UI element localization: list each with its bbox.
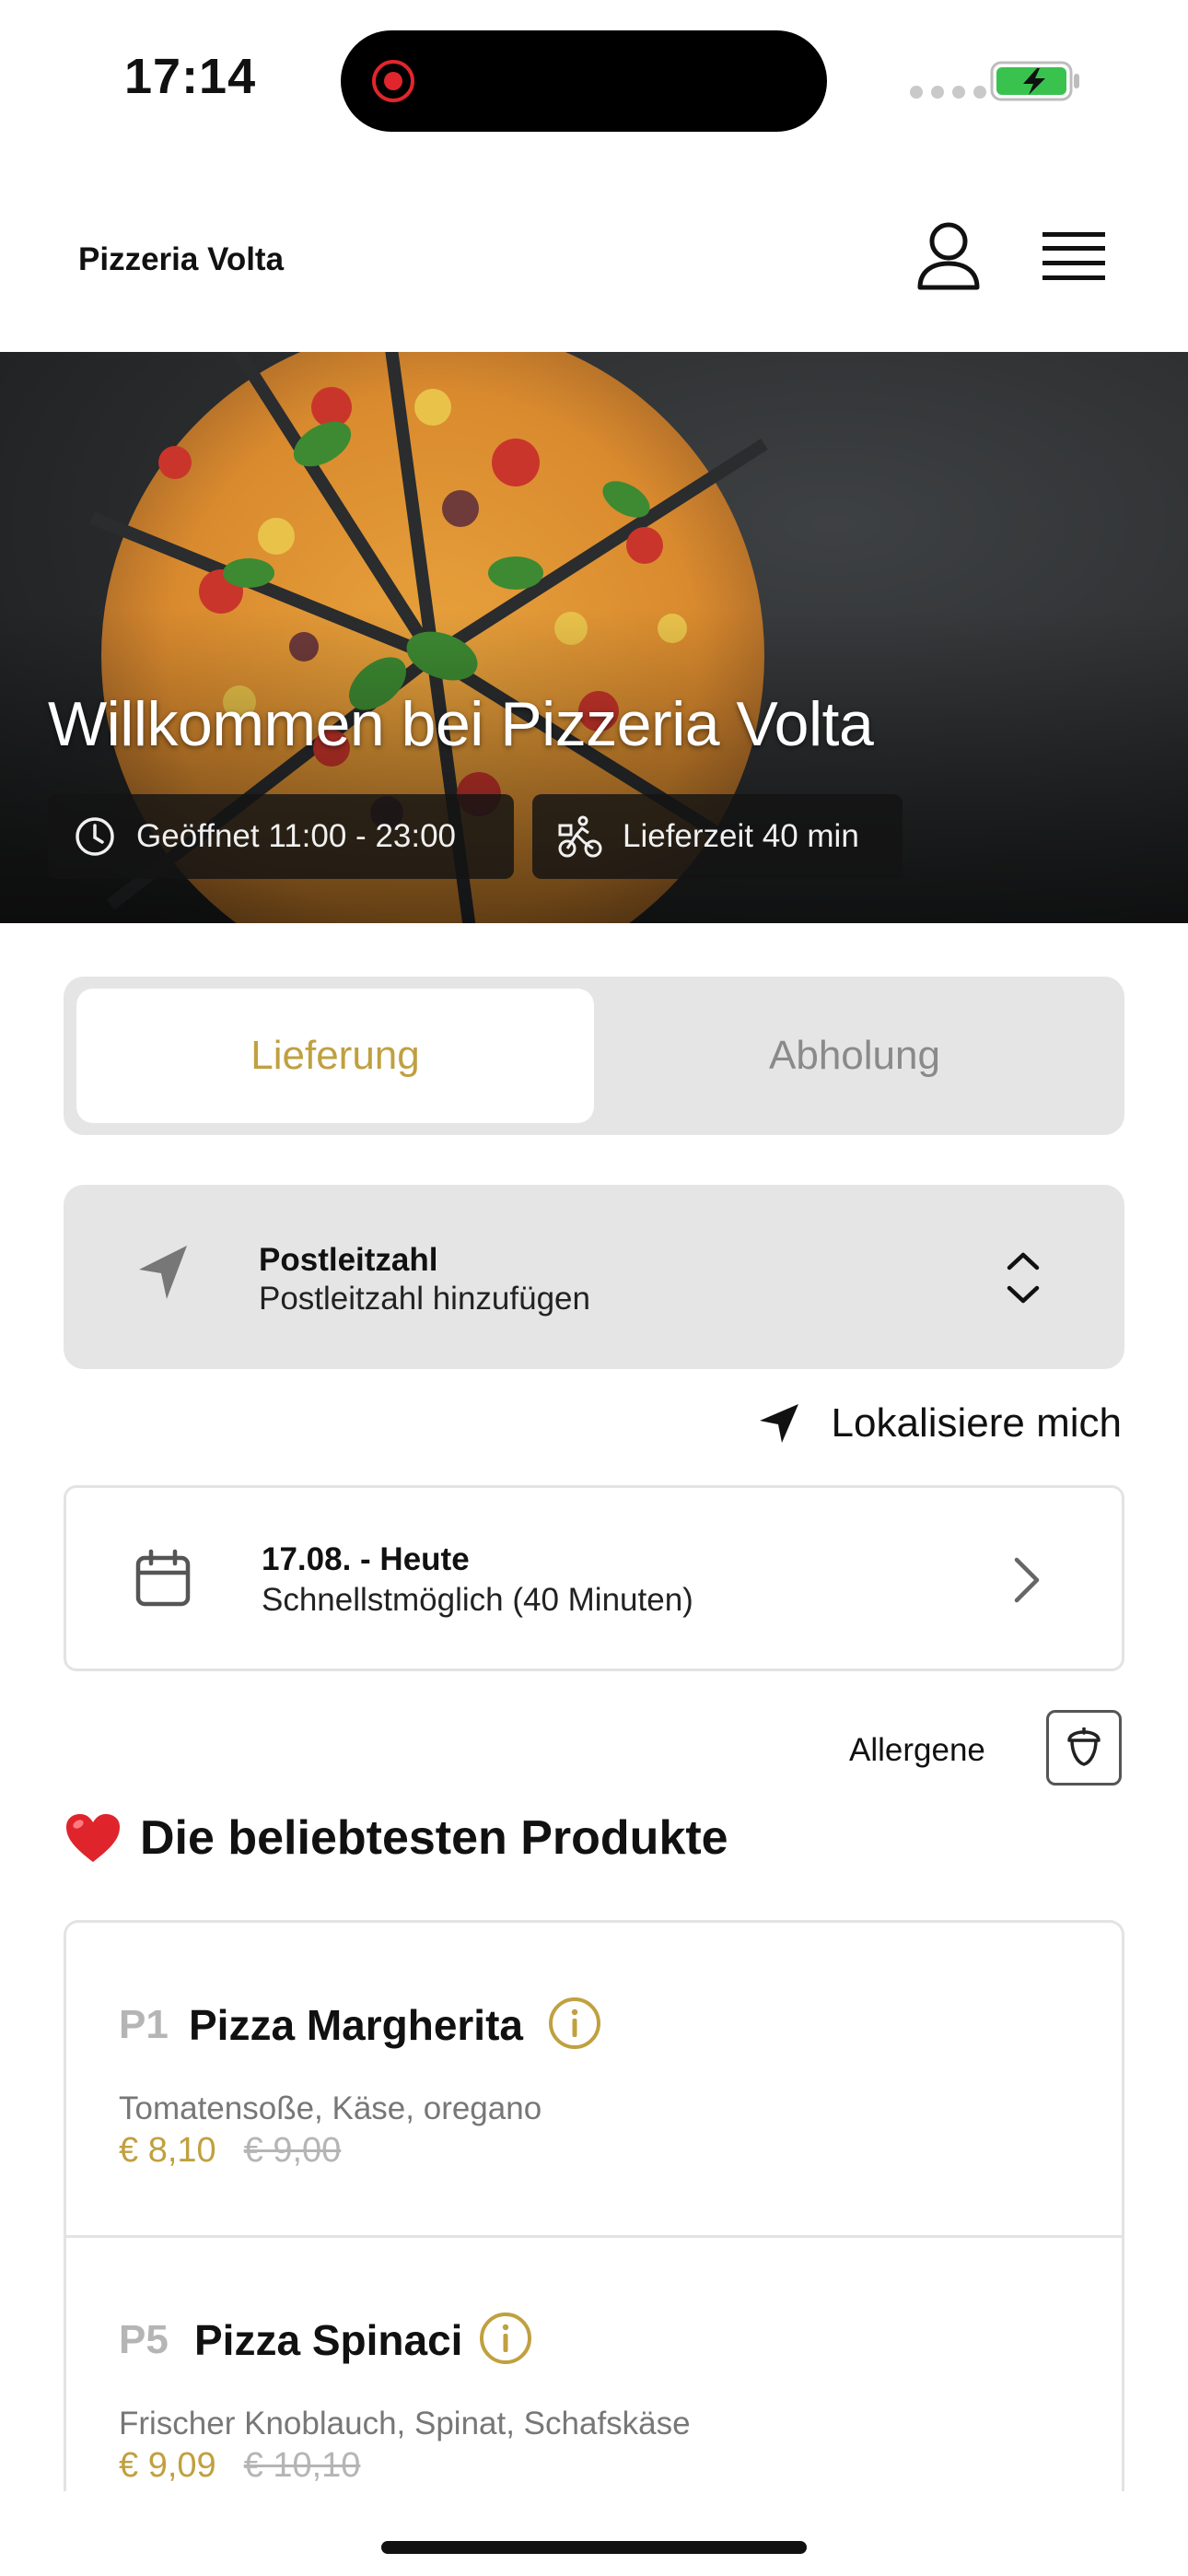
- postal-code-label: Postleitzahl: [259, 1242, 438, 1278]
- order-mode-toggle: Lieferung Abholung: [64, 977, 1124, 1135]
- popular-products-list: P1 Pizza Margherita Tomatensoße, Käse, o…: [64, 1920, 1124, 2491]
- delivery-time-value: Schnellstmöglich (40 Minuten): [262, 1582, 693, 1618]
- opening-hours-text: Geöffnet 11:00 - 23:00: [136, 818, 457, 854]
- user-icon[interactable]: [916, 221, 981, 291]
- brand-name[interactable]: Pizzeria Volta: [78, 241, 284, 278]
- allergens-label: Allergene: [849, 1732, 985, 1768]
- location-arrow-icon: [139, 1246, 187, 1299]
- product-old-price: € 10,10: [243, 2446, 361, 2485]
- product-description: Tomatensoße, Käse, oregano: [119, 2090, 542, 2126]
- delivery-time-badge: Lieferzeit 40 min: [532, 794, 903, 879]
- info-icon[interactable]: [548, 1996, 601, 2050]
- chevron-up-down-icon: [1007, 1252, 1040, 1304]
- calendar-icon: [135, 1549, 191, 1607]
- product-code: P1: [119, 2002, 169, 2047]
- postal-code-selector[interactable]: Postleitzahl Postleitzahl hinzufügen: [64, 1185, 1124, 1369]
- hero-banner: Willkommen bei Pizzeria Volta Geöffnet 1…: [0, 352, 1188, 923]
- home-indicator[interactable]: [381, 2541, 807, 2554]
- product-code: P5: [119, 2317, 169, 2362]
- locate-me-label: Lokalisiere mich: [831, 1400, 1122, 1446]
- app-screen: 17:14 Pizzeria Volta Willkommen bei Pizz…: [0, 0, 1188, 2576]
- product-price-row: € 8,10 € 9,00: [119, 2131, 341, 2171]
- tab-delivery[interactable]: Lieferung: [76, 989, 594, 1123]
- delivery-time-text: Lieferzeit 40 min: [623, 818, 859, 854]
- status-bar: 17:14: [0, 0, 1188, 157]
- section-title: Die beliebtesten Produkte: [64, 1810, 728, 1866]
- opening-hours-badge: Geöffnet 11:00 - 23:00: [48, 794, 514, 879]
- hero-title: Willkommen bei Pizzeria Volta: [48, 689, 874, 759]
- dynamic-island: [341, 30, 827, 132]
- product-name: Pizza Spinaci: [194, 2316, 463, 2364]
- locate-me-button[interactable]: Lokalisiere mich: [758, 1400, 1122, 1446]
- battery-charging-icon: [990, 61, 1079, 101]
- tab-pickup[interactable]: Abholung: [596, 989, 1113, 1123]
- product-price: € 9,09: [119, 2446, 216, 2485]
- section-title-text: Die beliebtesten Produkte: [140, 1811, 728, 1865]
- product-name: Pizza Margherita: [189, 2001, 523, 2049]
- cellular-signal-icon: [910, 86, 986, 99]
- clock-icon: [76, 817, 114, 856]
- product-old-price: € 9,00: [243, 2131, 342, 2170]
- app-header: Pizzeria Volta: [0, 157, 1188, 352]
- product-price-row: € 9,09 € 10,10: [119, 2446, 360, 2486]
- product-description: Frischer Knoblauch, Spinat, Schafskäse: [119, 2406, 691, 2441]
- info-icon[interactable]: [479, 2312, 532, 2365]
- location-arrow-icon: [759, 1404, 798, 1443]
- recording-indicator-icon: [372, 60, 414, 102]
- delivery-date-selector[interactable]: 17.08. - Heute Schnellstmöglich (40 Minu…: [64, 1485, 1124, 1671]
- acorn-allergen-icon: [1067, 1727, 1101, 1766]
- heart-icon: [66, 1814, 120, 1862]
- delivery-bike-icon: [558, 815, 602, 858]
- product-card[interactable]: P5 Pizza Spinaci Frischer Knoblauch, Spi…: [66, 2238, 1122, 2491]
- hamburger-menu-icon[interactable]: [1042, 230, 1105, 282]
- product-card[interactable]: P1 Pizza Margherita Tomatensoße, Käse, o…: [66, 1923, 1122, 2238]
- delivery-date-label: 17.08. - Heute: [262, 1541, 470, 1577]
- status-time: 17:14: [124, 49, 257, 104]
- postal-code-value: Postleitzahl hinzufügen: [259, 1281, 590, 1317]
- product-price: € 8,10: [119, 2131, 216, 2170]
- chevron-right-icon: [1014, 1557, 1040, 1603]
- allergens-button[interactable]: [1046, 1710, 1122, 1786]
